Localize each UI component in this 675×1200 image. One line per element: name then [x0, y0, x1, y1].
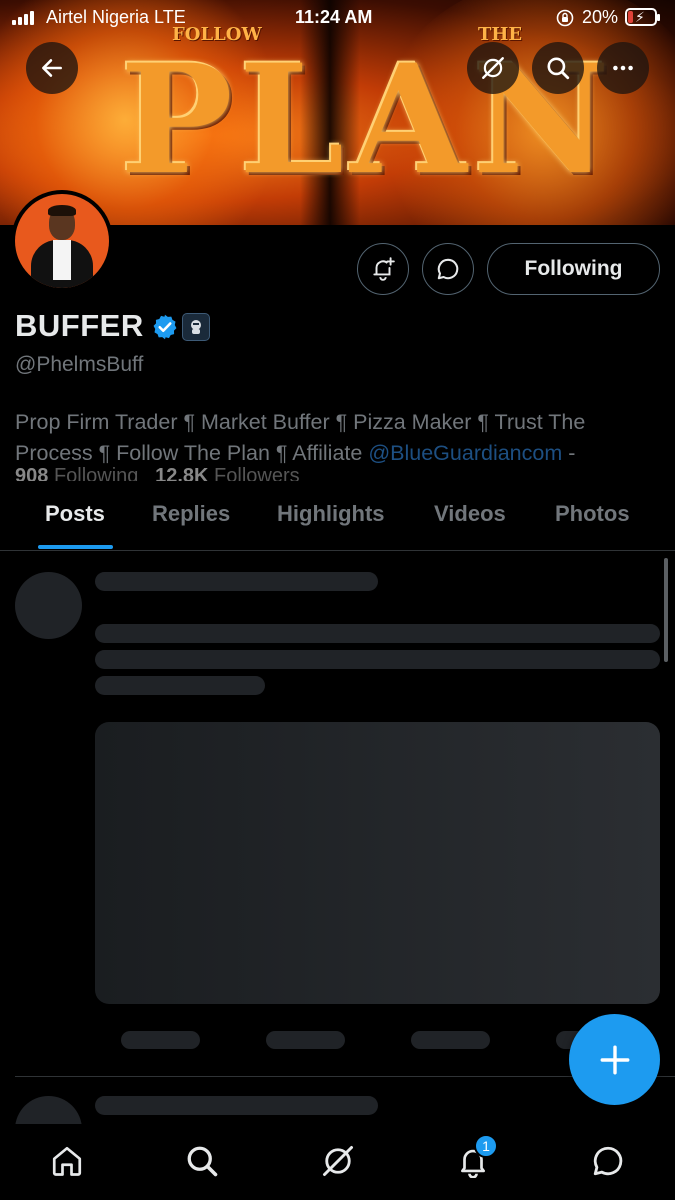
bell-plus-icon: [373, 257, 395, 281]
battery-fill: [628, 11, 633, 23]
grok-icon: [323, 1146, 353, 1176]
tab-posts[interactable]: Posts: [45, 501, 105, 527]
skeleton-line: [95, 572, 378, 591]
skeleton-avatar: [15, 572, 82, 639]
plus-icon: [600, 1045, 629, 1074]
nav-grok[interactable]: [313, 1136, 363, 1186]
messages-icon: [593, 1146, 623, 1176]
followers-label: Followers: [214, 465, 300, 481]
grok-button[interactable]: [467, 42, 519, 94]
nav-search[interactable]: [177, 1136, 227, 1186]
notification-badge: 1: [474, 1134, 498, 1158]
verified-badge-icon[interactable]: [151, 313, 179, 341]
bio: Prop Firm Trader ¶ Market Buffer ¶ Pizza…: [15, 407, 655, 469]
tab-replies[interactable]: Replies: [152, 501, 230, 527]
following-button[interactable]: Following: [487, 243, 660, 295]
following-count: 908: [15, 465, 49, 481]
nav-messages[interactable]: [583, 1136, 633, 1186]
bio-tail: -: [562, 441, 576, 465]
skeleton-media: [95, 722, 660, 1004]
skeleton-line: [95, 624, 660, 643]
avatar-image: [15, 194, 109, 288]
home-icon: [52, 1146, 82, 1176]
affiliate-badge-icon[interactable]: [182, 313, 210, 341]
following-label: Following: [53, 465, 139, 481]
tab-photos[interactable]: Photos: [555, 501, 630, 527]
skeleton-action: [411, 1031, 490, 1049]
profile-tabs: Posts Replies Highlights Videos Photos: [0, 487, 675, 551]
clock: 11:24 AM: [295, 7, 373, 27]
handle: @PhelmsBuff: [15, 353, 144, 376]
carrier-label: Airtel Nigeria LTE: [46, 7, 186, 27]
arrow-left-icon: [42, 59, 62, 77]
more-icon: [613, 65, 633, 71]
skeleton-line: [95, 650, 660, 669]
tab-active-indicator: [38, 545, 113, 549]
display-name: BUFFER: [15, 308, 144, 343]
skeleton-line: [95, 676, 265, 695]
follow-stats[interactable]: 908 Following 12.8K Followers: [15, 465, 655, 481]
battery-icon: ⚡: [625, 8, 660, 26]
more-button[interactable]: [597, 42, 649, 94]
message-bubble-icon: [437, 258, 459, 280]
tab-videos[interactable]: Videos: [434, 501, 506, 527]
signal-icon: [12, 11, 34, 25]
battery-percent: 20%: [582, 7, 619, 27]
nav-notifications[interactable]: 1: [448, 1134, 498, 1186]
notifications-subscribe-button[interactable]: [357, 243, 409, 295]
tab-highlights[interactable]: Highlights: [277, 501, 385, 527]
search-icon: [187, 1146, 218, 1177]
grok-icon: [482, 57, 504, 79]
nav-home[interactable]: [42, 1136, 92, 1186]
followers-count: 12.8K: [155, 465, 209, 481]
skeleton-action: [266, 1031, 345, 1049]
message-button[interactable]: [422, 243, 474, 295]
back-button[interactable]: [26, 42, 78, 94]
scrollbar[interactable]: [664, 558, 668, 662]
bottom-nav: 1: [0, 1124, 675, 1200]
skeleton-action: [121, 1031, 200, 1049]
orientation-lock-icon: [556, 9, 574, 27]
search-icon: [547, 57, 570, 80]
compose-post-button[interactable]: [569, 1014, 660, 1105]
charging-bolt-icon: ⚡: [635, 9, 645, 25]
skeleton-line: [95, 1096, 378, 1115]
search-button[interactable]: [532, 42, 584, 94]
bio-link[interactable]: @BlueGuardiancom: [368, 441, 562, 465]
status-bar: Airtel Nigeria LTE 11:24 AM 20% ⚡: [0, 0, 675, 36]
avatar[interactable]: [11, 190, 113, 292]
